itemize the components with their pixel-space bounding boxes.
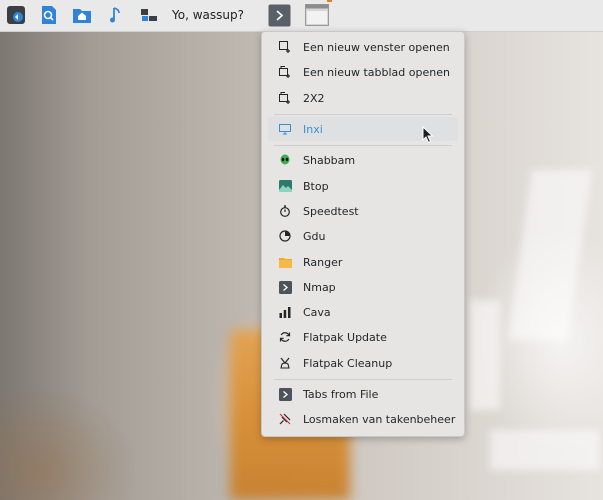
menu-item-label: Gdu bbox=[303, 229, 326, 243]
network-icon[interactable] bbox=[139, 5, 159, 25]
menu-item-unpin[interactable]: Losmaken van takenbeheer bbox=[268, 407, 458, 431]
menu-item-new-window[interactable]: Een nieuw venster openen bbox=[268, 35, 458, 59]
menu-item-label: Shabbam bbox=[303, 153, 356, 167]
terminal-task-icon[interactable] bbox=[268, 4, 291, 27]
wallpaper-light bbox=[470, 300, 500, 410]
new-window-icon bbox=[278, 40, 292, 54]
menu-item-cava[interactable]: Cava bbox=[268, 300, 458, 324]
menu-item-flatpak-cleanup[interactable]: Flatpak Cleanup bbox=[268, 351, 458, 375]
menu-item-new-tab[interactable]: Een nieuw tabblad openen bbox=[268, 60, 458, 84]
menu-item-ranger[interactable]: Ranger bbox=[268, 250, 458, 274]
folder-icon bbox=[278, 255, 292, 269]
menu-separator bbox=[274, 114, 452, 115]
menu-item-label: Nmap bbox=[303, 280, 336, 294]
window-thumbnail-icon[interactable] bbox=[305, 4, 329, 26]
menu-item-label: Tabs from File bbox=[303, 387, 379, 401]
menu-item-label: Inxi bbox=[303, 122, 323, 136]
menu-item-label: Cava bbox=[303, 305, 331, 319]
menu-item-2x2[interactable]: 2X2 bbox=[268, 86, 458, 110]
new-tab-icon bbox=[278, 65, 292, 79]
wallpaper-light bbox=[508, 170, 592, 340]
menu-item-shabbam[interactable]: Shabbam bbox=[268, 148, 458, 172]
menu-item-label: Een nieuw venster openen bbox=[303, 40, 450, 54]
pie-chart-icon bbox=[278, 229, 292, 243]
menu-item-btop[interactable]: Btop bbox=[268, 174, 458, 198]
unpin-icon bbox=[278, 412, 292, 426]
broom-icon bbox=[278, 356, 292, 370]
terminal-app-icon[interactable] bbox=[6, 5, 26, 25]
window-title[interactable]: Yo, wassup? bbox=[172, 8, 244, 22]
menu-item-flatpak-update[interactable]: Flatpak Update bbox=[268, 325, 458, 349]
wallpaper-light bbox=[490, 430, 600, 470]
menu-item-label: Ranger bbox=[303, 255, 343, 269]
menu-item-label: Flatpak Update bbox=[303, 330, 387, 344]
menu-item-label: 2X2 bbox=[303, 91, 325, 105]
menu-item-tabs-from-file[interactable]: Tabs from File bbox=[268, 382, 458, 406]
mouse-cursor-icon bbox=[422, 125, 434, 148]
menu-item-label: Een nieuw tabblad openen bbox=[303, 65, 450, 79]
menu-item-label: Btop bbox=[303, 179, 329, 193]
refresh-icon bbox=[278, 330, 292, 344]
stopwatch-icon bbox=[278, 204, 292, 218]
terminal-icon bbox=[278, 280, 292, 294]
menu-item-label: Speedtest bbox=[303, 204, 359, 218]
home-folder-icon[interactable] bbox=[72, 5, 92, 25]
music-icon[interactable] bbox=[106, 5, 126, 25]
alien-icon bbox=[278, 153, 292, 167]
menu-item-gdu[interactable]: Gdu bbox=[268, 224, 458, 248]
active-indicator bbox=[327, 0, 332, 2]
menu-item-label: Flatpak Cleanup bbox=[303, 356, 393, 370]
menu-separator bbox=[274, 379, 452, 380]
image-icon bbox=[278, 179, 292, 193]
context-menu: Een nieuw venster openen Een nieuw tabbl… bbox=[261, 31, 465, 437]
taskbar: Yo, wassup? bbox=[0, 0, 603, 32]
monitor-icon bbox=[278, 122, 292, 136]
bar-chart-icon bbox=[278, 305, 292, 319]
menu-item-speedtest[interactable]: Speedtest bbox=[268, 199, 458, 223]
terminal-icon bbox=[278, 387, 292, 401]
document-viewer-icon[interactable] bbox=[39, 5, 59, 25]
new-tab-icon bbox=[278, 91, 292, 105]
menu-item-label: Losmaken van takenbeheer bbox=[303, 412, 456, 426]
menu-item-nmap[interactable]: Nmap bbox=[268, 275, 458, 299]
